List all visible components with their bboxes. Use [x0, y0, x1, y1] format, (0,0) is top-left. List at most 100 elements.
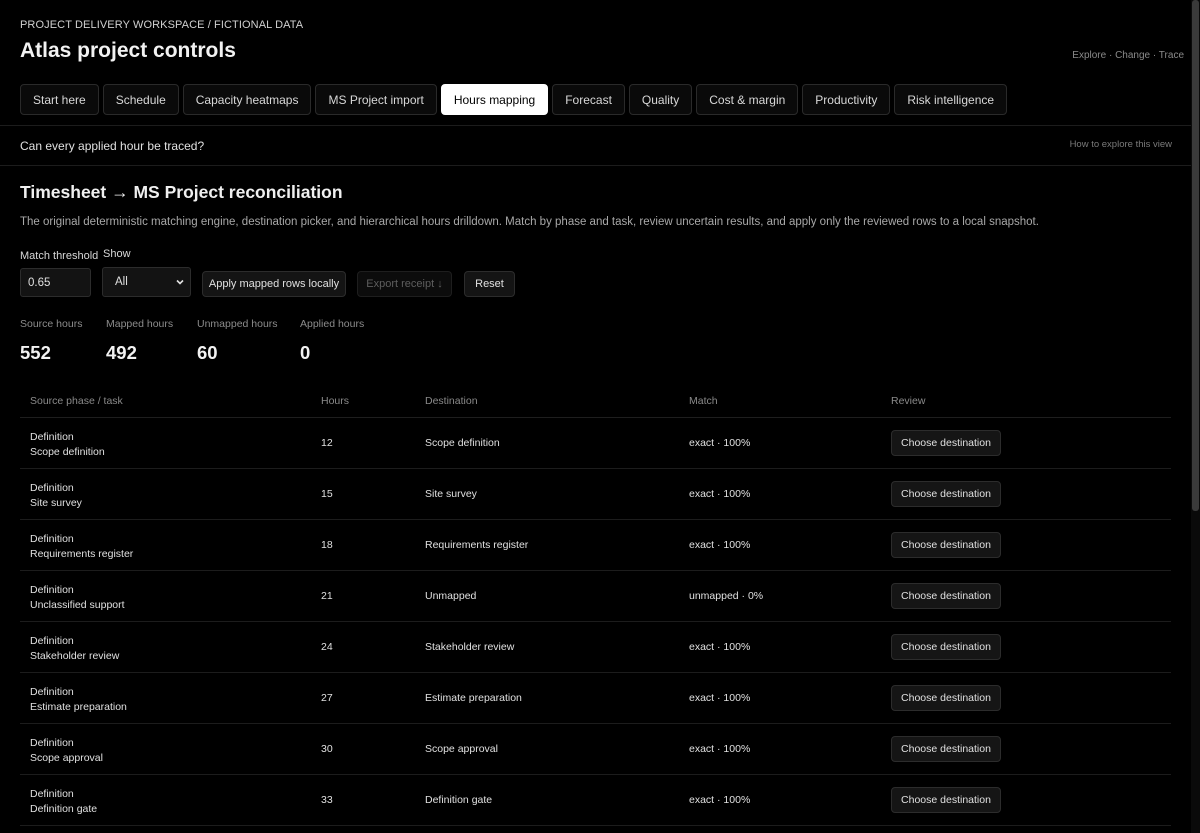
- show-select[interactable]: All: [102, 267, 191, 297]
- source-cell: Definition Requirements register: [30, 532, 133, 562]
- table-row: Definition Definition gate 33 Definition…: [20, 775, 1171, 826]
- divider: [0, 165, 1200, 166]
- table-row: Definition Estimate preparation 27 Estim…: [20, 673, 1171, 724]
- stat-label: Mapped hours: [106, 318, 174, 330]
- tab-forecast[interactable]: Forecast: [552, 84, 625, 115]
- choose-destination-button[interactable]: Choose destination: [891, 634, 1001, 660]
- stat-label: Unmapped hours: [197, 318, 278, 330]
- source-task: Scope approval: [30, 752, 103, 764]
- table-header: Source phase / task Hours Destination Ma…: [20, 382, 1171, 418]
- tab-risk-intelligence[interactable]: Risk intelligence: [894, 84, 1008, 115]
- match-cell: exact · 100%: [689, 437, 751, 449]
- tab-start-here[interactable]: Start here: [20, 84, 99, 115]
- tab-bar: Start here Schedule Capacity heatmaps MS…: [20, 84, 1008, 115]
- tab-productivity[interactable]: Productivity: [802, 84, 891, 115]
- show-label: Show: [103, 248, 131, 260]
- tab-quality[interactable]: Quality: [628, 84, 693, 115]
- table-row: Definition Scope approval 30 Scope appro…: [20, 724, 1171, 775]
- destination-cell: Stakeholder review: [425, 641, 515, 653]
- match-cell: unmapped · 0%: [689, 590, 764, 602]
- show-select-value: All: [115, 276, 128, 288]
- how-to-explore-link[interactable]: How to explore this view: [1070, 139, 1172, 150]
- choose-destination-button[interactable]: Choose destination: [891, 736, 1001, 762]
- section-description: The original deterministic matching engi…: [20, 216, 1039, 228]
- source-cell: Definition Stakeholder review: [30, 634, 119, 664]
- source-task: Definition gate: [30, 803, 98, 815]
- choose-destination-button[interactable]: Choose destination: [891, 583, 1001, 609]
- reconciliation-table: Source phase / task Hours Destination Ma…: [20, 382, 1171, 826]
- hours-cell: 18: [321, 539, 333, 551]
- scrollbar-thumb[interactable]: [1192, 0, 1199, 511]
- column-header-destination: Destination: [425, 395, 478, 407]
- source-phase: Definition: [30, 482, 74, 494]
- source-cell: Definition Estimate preparation: [30, 685, 127, 715]
- stat-value: 60: [197, 342, 218, 363]
- tab-ms-project-import[interactable]: MS Project import: [315, 84, 437, 115]
- source-cell: Definition Scope approval: [30, 736, 103, 766]
- source-task: Unclassified support: [30, 599, 125, 611]
- destination-cell: Site survey: [425, 488, 477, 500]
- destination-cell: Estimate preparation: [425, 692, 522, 704]
- stat-source-hours: Source hours 552: [20, 318, 82, 364]
- stat-value: 492: [106, 342, 137, 363]
- source-task: Scope definition: [30, 446, 105, 458]
- source-task: Estimate preparation: [30, 701, 127, 713]
- stat-mapped-hours: Mapped hours 492: [106, 318, 173, 364]
- choose-destination-button[interactable]: Choose destination: [891, 481, 1001, 507]
- table-row: Definition Site survey 15 Site survey ex…: [20, 469, 1171, 520]
- choose-destination-button[interactable]: Choose destination: [891, 787, 1001, 813]
- choose-destination-button[interactable]: Choose destination: [891, 430, 1001, 456]
- column-header-review: Review: [891, 395, 926, 407]
- destination-cell: Definition gate: [425, 794, 493, 806]
- table-row: Definition Requirements register 18 Requ…: [20, 520, 1171, 571]
- column-header-match: Match: [689, 395, 718, 407]
- choose-destination-button[interactable]: Choose destination: [891, 685, 1001, 711]
- tab-hours-mapping[interactable]: Hours mapping: [440, 84, 549, 115]
- chevron-down-icon: [176, 279, 184, 285]
- table-row: Definition Unclassified support 21 Unmap…: [20, 571, 1171, 622]
- stat-value: 552: [20, 342, 51, 363]
- match-cell: exact · 100%: [689, 539, 751, 551]
- hours-cell: 27: [321, 692, 333, 704]
- stat-applied-hours: Applied hours 0: [300, 318, 364, 364]
- threshold-input[interactable]: [20, 268, 91, 297]
- hours-cell: 33: [321, 794, 333, 806]
- column-header-hours: Hours: [321, 395, 350, 407]
- source-phase: Definition: [30, 431, 74, 443]
- tab-schedule[interactable]: Schedule: [102, 84, 179, 115]
- match-cell: exact · 100%: [689, 743, 751, 755]
- destination-cell: Unmapped: [425, 590, 477, 602]
- source-task: Site survey: [30, 497, 82, 509]
- hours-cell: 24: [321, 641, 333, 653]
- hours-cell: 30: [321, 743, 333, 755]
- view-question: Can every applied hour be traced?: [20, 139, 205, 153]
- table-row: Definition Stakeholder review 24 Stakeho…: [20, 622, 1171, 673]
- export-receipt-button[interactable]: Export receipt ↓: [357, 271, 452, 297]
- match-cell: exact · 100%: [689, 641, 751, 653]
- reset-button[interactable]: Reset: [464, 271, 515, 297]
- source-phase: Definition: [30, 533, 74, 545]
- source-cell: Definition Scope definition: [30, 430, 105, 460]
- source-task: Requirements register: [30, 548, 134, 560]
- destination-cell: Requirements register: [425, 539, 529, 551]
- tab-capacity-heatmaps[interactable]: Capacity heatmaps: [182, 84, 312, 115]
- choose-destination-button[interactable]: Choose destination: [891, 532, 1001, 558]
- stat-unmapped-hours: Unmapped hours 60: [197, 318, 278, 364]
- source-phase: Definition: [30, 635, 74, 647]
- source-phase: Definition: [30, 686, 74, 698]
- source-phase: Definition: [30, 584, 74, 596]
- app-title: Atlas project controls: [20, 39, 236, 62]
- destination-cell: Scope approval: [425, 743, 498, 755]
- source-cell: Definition Unclassified support: [30, 583, 125, 613]
- stat-label: Source hours: [20, 318, 83, 330]
- apply-mapped-rows-button[interactable]: Apply mapped rows locally: [202, 271, 346, 297]
- match-cell: exact · 100%: [689, 488, 751, 500]
- source-task: Stakeholder review: [30, 650, 120, 662]
- scrollbar[interactable]: [1191, 0, 1200, 833]
- top-links[interactable]: Explore · Change · Trace: [1072, 50, 1184, 61]
- divider: [0, 125, 1200, 126]
- match-cell: exact · 100%: [689, 692, 751, 704]
- section-title: Timesheet → MS Project reconciliation: [20, 182, 343, 202]
- destination-cell: Scope definition: [425, 437, 500, 449]
- tab-cost-margin[interactable]: Cost & margin: [696, 84, 799, 115]
